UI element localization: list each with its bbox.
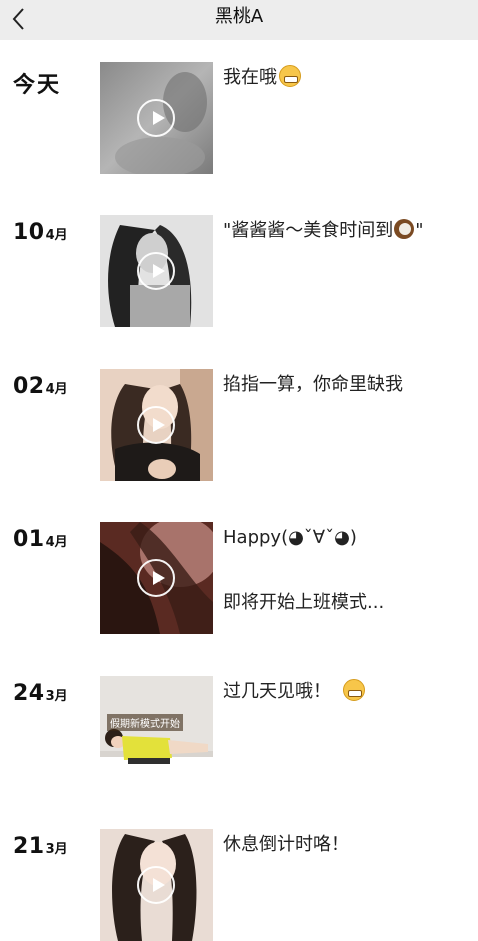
post-caption-text: Happy(◕ˇ∀ˇ◕): [223, 527, 357, 548]
post-caption-second-line: 即将开始上班模式...: [223, 592, 385, 613]
grinning-face-icon: [279, 65, 301, 87]
video-thumbnail[interactable]: [100, 62, 213, 174]
post-date: 今天: [13, 67, 61, 99]
list-item: 104月 "酱酱酱～美食时间到 ": [0, 215, 478, 327]
play-circle-icon[interactable]: [137, 99, 175, 137]
post-day: 01: [13, 527, 45, 552]
post-month: 4月: [45, 228, 68, 243]
video-thumbnail[interactable]: [100, 215, 213, 327]
video-thumbnail[interactable]: [100, 522, 213, 634]
list-item: 024月 掐指一算，你命里缺我: [0, 369, 478, 481]
post-caption: 过几天见哦！: [223, 679, 468, 705]
list-item: 今天 我在哦: [0, 62, 478, 174]
post-day: 10: [13, 220, 45, 245]
post-date: 104月: [13, 220, 68, 245]
post-caption: 掐指一算，你命里缺我: [223, 372, 468, 398]
top-bar: 黑桃A: [0, 0, 478, 40]
video-thumbnail[interactable]: [100, 369, 213, 481]
coconut-icon: [394, 219, 415, 239]
post-date: 213月: [13, 834, 68, 859]
video-thumbnail[interactable]: 假期新模式开始: [100, 676, 213, 788]
post-date: 014月: [13, 527, 68, 552]
post-caption-text: 过几天见哦！: [223, 681, 331, 702]
post-caption-text: 休息倒计时咯！: [223, 834, 349, 855]
post-date: 243月: [13, 681, 68, 706]
post-month: 4月: [45, 382, 68, 397]
post-caption-text: 我在哦: [223, 67, 277, 88]
post-date: 024月: [13, 374, 68, 399]
post-month: 3月: [45, 689, 68, 704]
video-thumbnail[interactable]: [100, 829, 213, 941]
post-day: 今天: [13, 73, 62, 98]
grinning-face-icon: [343, 679, 365, 701]
post-caption: 休息倒计时咯！: [223, 832, 468, 858]
post-caption: "酱酱酱～美食时间到 ": [223, 218, 468, 244]
list-item: 213月 休息倒计时咯！: [0, 829, 478, 941]
thumbnail-overlay-text: 假期新模式开始: [107, 714, 183, 731]
play-circle-icon[interactable]: [137, 406, 175, 444]
play-circle-icon[interactable]: [137, 866, 175, 904]
play-circle-icon[interactable]: [137, 559, 175, 597]
post-caption-tail: ": [415, 220, 424, 241]
post-month: 4月: [45, 535, 68, 550]
post-month: 3月: [45, 842, 68, 857]
post-caption: 我在哦: [223, 65, 468, 91]
post-caption: Happy(◕ˇ∀ˇ◕): [223, 525, 468, 551]
page-title: 黑桃A: [214, 6, 264, 27]
post-day: 24: [13, 681, 45, 706]
list-item: 014月 Happy(◕ˇ∀ˇ◕) 即将开始上班模式...: [0, 522, 478, 634]
post-day: 21: [13, 834, 45, 859]
list-item: 243月 假期新模式开始 过几天见哦！: [0, 676, 478, 788]
post-caption-text: "酱酱酱～美食时间到: [223, 220, 394, 241]
post-caption-text: 掐指一算，你命里缺我: [223, 374, 403, 395]
play-circle-icon[interactable]: [137, 252, 175, 290]
post-day: 02: [13, 374, 45, 399]
